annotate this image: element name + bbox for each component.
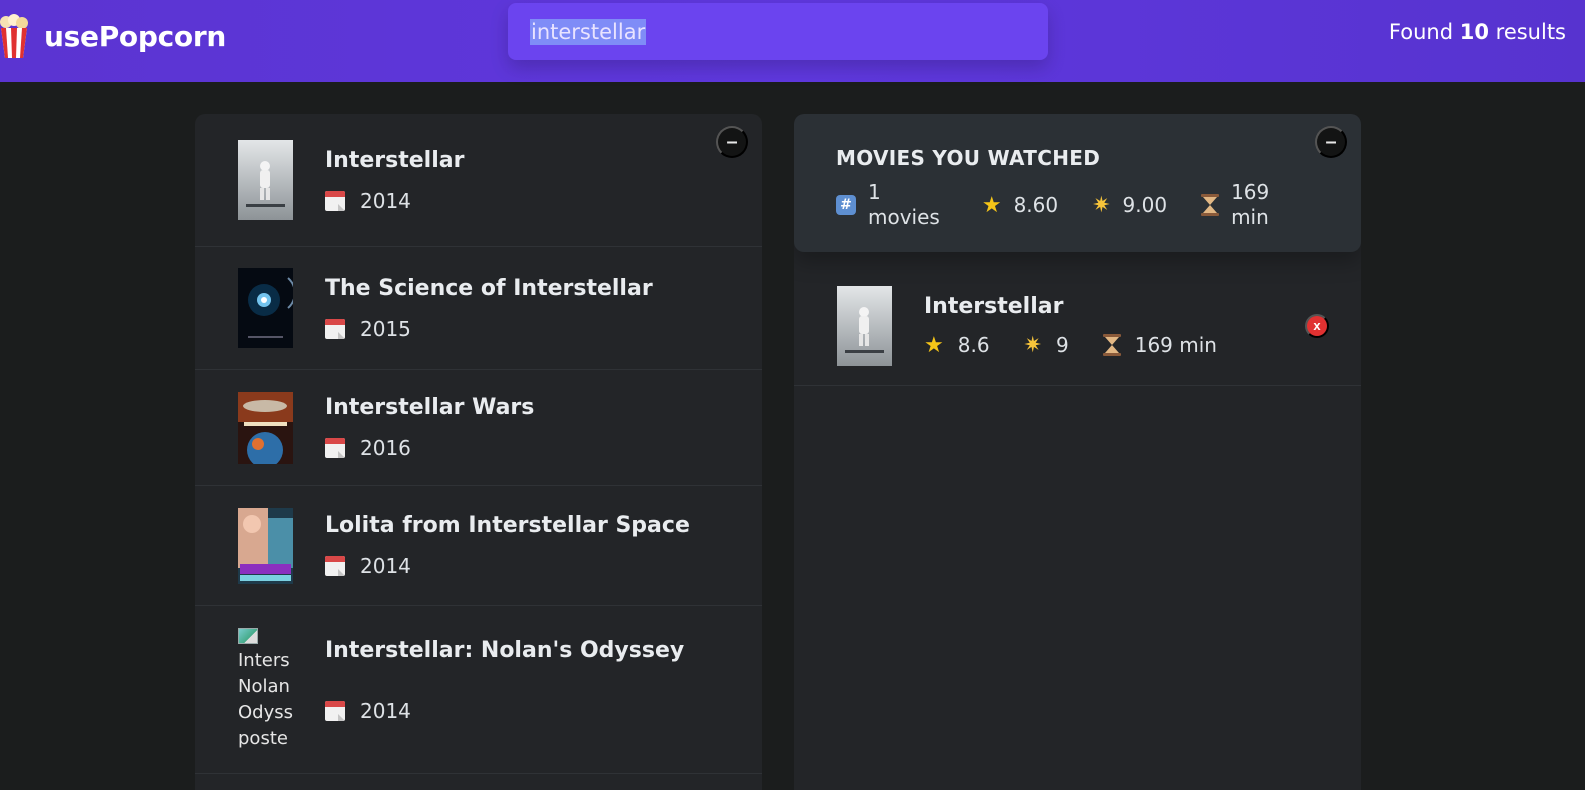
watched-box: – MOVIES YOU WATCHED # 1 movies ★ 8.60 ✷… [794,114,1361,790]
avg-user-rating: ✷ 9.00 [1092,193,1167,218]
calendar-icon [325,701,345,721]
movie-title: Lolita from Interstellar Space [325,513,690,538]
watched-count-number: 1 [868,180,881,204]
imdb-rating-value: 8.6 [957,333,990,357]
search-results-box: – Interstellar 2014 The Science of Inter… [195,114,762,790]
hourglass-icon [1102,334,1121,356]
popcorn-icon [0,14,28,58]
delete-watched-button[interactable]: x [1305,313,1329,338]
avg-imdb-value: 8.60 [1013,193,1059,217]
movie-poster [837,285,892,366]
list-item[interactable]: Inters Nolan Odyss poste Interstellar: N… [195,606,762,774]
movie-year-value: 2014 [360,188,411,213]
results-prefix: Found [1388,20,1454,44]
movie-poster [238,391,293,464]
watched-count: # 1 movies [836,180,940,230]
star-icon: ★ [981,192,1002,218]
movie-year: 2014 [325,554,690,578]
movie-title: Interstellar Wars [325,395,535,420]
hourglass-icon [1201,194,1220,216]
runtime: 169 min [1102,333,1217,357]
list-item[interactable]: Interstellar Wars 2016 [195,370,762,486]
movie-year-value: 2015 [360,316,411,341]
list-item[interactable]: Lolita from Interstellar Space 2014 [195,486,762,606]
movie-year: 2015 [325,317,653,341]
toggle-search-results-button[interactable]: – [716,126,748,158]
movie-title: Interstellar [325,147,465,173]
movie-poster [238,507,293,584]
avg-runtime: 169 min [1201,180,1269,230]
movie-year: 2016 [325,436,534,460]
poster-alt-text: Nolan [238,676,290,697]
results-count: Found 10 results [1389,20,1566,44]
movie-title: Interstellar: Nolan's Odyssey [325,638,685,663]
list-item[interactable]: Interstellar 2014 [195,114,762,247]
search-input-value[interactable]: interstellar [530,18,647,45]
user-rating: ✷ 9 [1024,333,1069,358]
broken-image-icon [238,628,258,644]
movie-year: 2014 [325,189,464,213]
movie-poster [238,268,293,348]
movie-year-value: 2014 [360,699,411,723]
logo: usePopcorn [0,10,226,62]
toggle-watched-button[interactable]: – [1315,126,1347,158]
calendar-icon [325,318,345,339]
movie-title: The Science of Interstellar [325,275,653,301]
star-icon: ★ [924,332,944,358]
movie-year-value: 2016 [360,436,411,460]
logo-text: usePopcorn [44,19,226,53]
avg-user-value: 9.00 [1122,193,1168,217]
calendar-icon [325,438,345,458]
watched-movie-title: Interstellar [924,293,1064,319]
watched-list-item: Interstellar ★ 8.6 ✷ 9 169 min x [794,266,1361,386]
poster-alt-text: poste [238,728,288,749]
avg-imdb-rating: ★ 8.60 [982,193,1058,218]
runtime-unit: min [1231,205,1269,229]
glowing-star-icon: ✷ [1023,332,1042,358]
hash-icon: # [836,195,856,215]
glowing-star-icon: ✷ [1092,192,1111,218]
results-suffix: results [1495,20,1566,44]
navbar: usePopcorn interstellar Found 10 results [0,0,1585,82]
list-item[interactable]: The Science of Interstellar 2015 [195,247,762,370]
runtime-number: 169 [1231,180,1270,204]
search-input[interactable]: interstellar [508,3,1048,60]
movie-year-value: 2014 [360,554,411,578]
watched-summary: MOVIES YOU WATCHED # 1 movies ★ 8.60 ✷ 9… [794,114,1361,252]
movie-poster [238,140,293,220]
results-number: 10 [1459,20,1489,44]
calendar-icon [325,190,345,211]
user-rating-value: 9 [1055,333,1069,357]
summary-title: MOVIES YOU WATCHED [836,146,1101,170]
calendar-icon [325,556,345,576]
broken-poster-image: Inters Nolan Odyss poste [238,628,293,752]
poster-alt-text: Inters [238,650,290,671]
imdb-rating: ★ 8.6 [924,333,990,358]
runtime-value: 169 min [1134,333,1217,357]
poster-alt-text: Odyss [238,702,293,723]
watched-count-label: movies [868,205,940,229]
movie-year: 2014 [325,699,684,723]
